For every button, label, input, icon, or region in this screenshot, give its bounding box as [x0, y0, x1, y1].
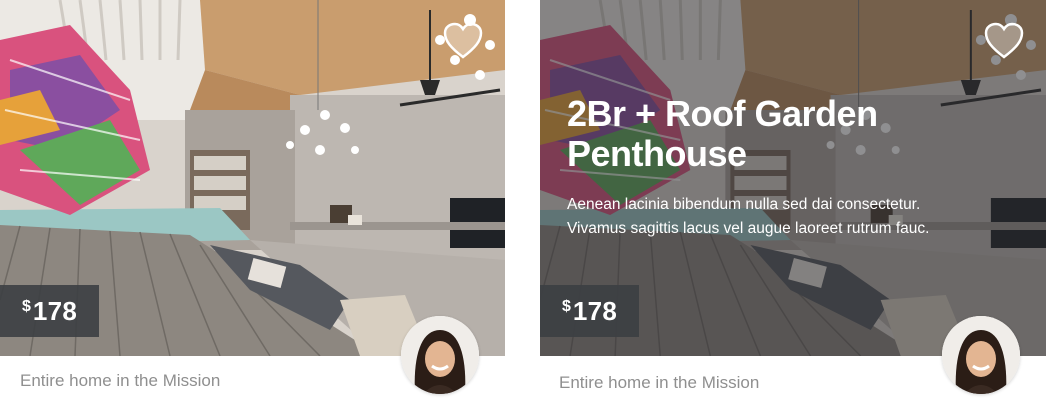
heart-icon[interactable]: [984, 22, 1024, 60]
host-photo-image: [942, 316, 1020, 394]
listing-photo[interactable]: $ 178: [0, 0, 505, 356]
price-currency: $: [22, 298, 31, 315]
price-currency: $: [562, 298, 571, 315]
host-photo-image: [401, 316, 479, 394]
price-badge: $ 178: [540, 285, 640, 337]
listing-subtitle[interactable]: Entire home in the Mission: [20, 371, 220, 391]
price-amount: 178: [32, 295, 78, 326]
listing-card-hover[interactable]: 2Br + Roof Garden Penthouse Aenean lacin…: [540, 0, 1046, 401]
heart-icon[interactable]: [443, 22, 483, 60]
listing-description: Aenean lacinia bibendum nulla sed dai co…: [567, 193, 1027, 241]
description-line: Vivamus sagittis lacus vel augue laoreet…: [567, 220, 930, 237]
host-avatar[interactable]: [401, 316, 479, 394]
listing-photo[interactable]: 2Br + Roof Garden Penthouse Aenean lacin…: [540, 0, 1046, 356]
listing-subtitle[interactable]: Entire home in the Mission: [559, 373, 759, 393]
host-avatar[interactable]: [942, 316, 1020, 394]
price-amount: 178: [572, 295, 618, 326]
listing-title[interactable]: 2Br + Roof Garden Penthouse: [567, 94, 1007, 174]
description-line: Aenean lacinia bibendum nulla sed dai co…: [567, 196, 921, 213]
listing-card[interactable]: $ 178 Entire home in the Mission: [0, 0, 505, 401]
price-badge: $ 178: [0, 285, 100, 337]
